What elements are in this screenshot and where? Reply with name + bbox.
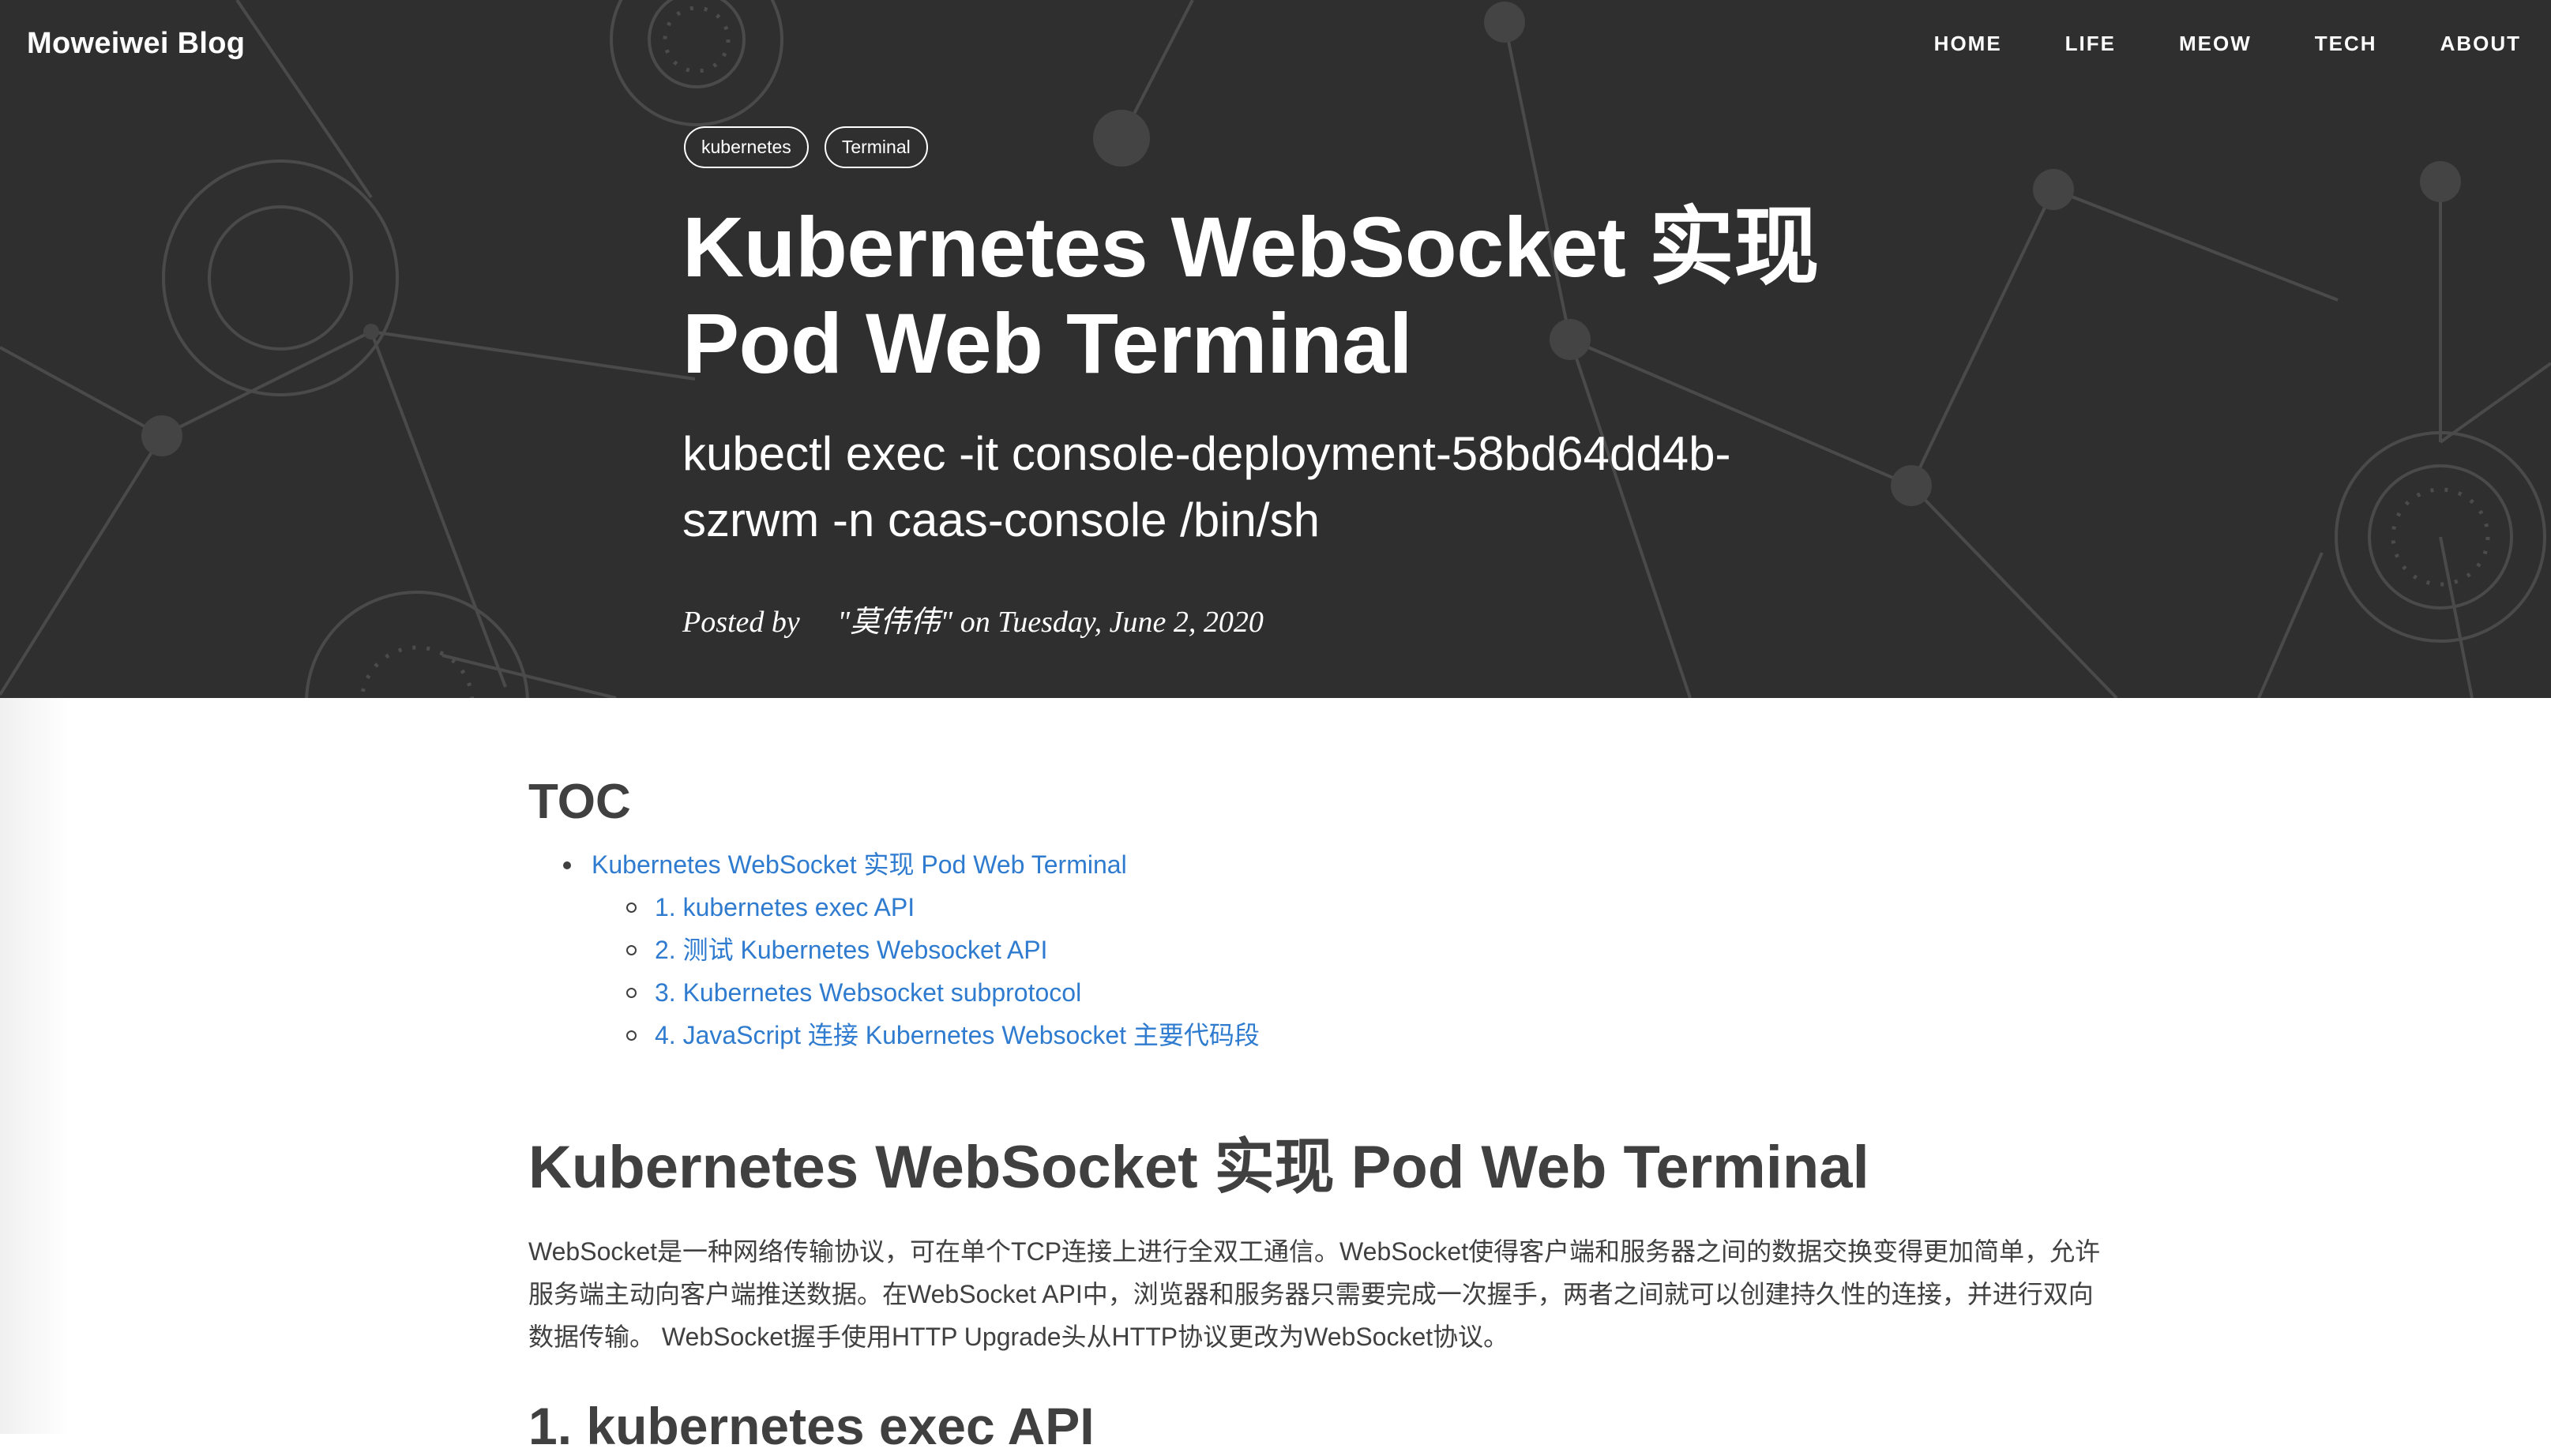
tag-kubernetes[interactable]: kubernetes — [684, 126, 809, 168]
toc-title: TOC — [528, 775, 631, 829]
toc-link-javascript-code[interactable]: 4. JavaScript 连接 Kubernetes Websocket 主要… — [655, 1021, 1260, 1049]
toc-item: 1. kubernetes exec API — [528, 886, 1260, 929]
article-heading: Kubernetes WebSocket 实现 Pod Web Terminal — [528, 1134, 1869, 1201]
toc-item: 2. 测试 Kubernetes Websocket API — [528, 929, 1260, 971]
top-nav: HOME LIFE MEOW TECH ABOUT — [1934, 32, 2521, 56]
post-title: Kubernetes WebSocket 实现 Pod Web Terminal — [682, 199, 1819, 391]
toc-item: 3. Kubernetes Websocket subprotocol — [528, 971, 1260, 1014]
post-subtitle: kubectl exec -it console-deployment-58bd… — [682, 427, 1731, 546]
toc-link-test-websocket-api[interactable]: 2. 测试 Kubernetes Websocket API — [655, 936, 1047, 964]
toc-link-main[interactable]: Kubernetes WebSocket 实现 Pod Web Terminal — [592, 850, 1127, 879]
post-meta: Posted by "莫伟伟" on Tuesday, June 2, 2020 — [682, 606, 1264, 639]
content-side-shadow — [0, 698, 71, 1434]
toc-item: Kubernetes WebSocket 实现 Pod Web Terminal — [528, 843, 1260, 886]
article-subheading: 1. kubernetes exec API — [528, 1397, 1095, 1455]
site-brand-link[interactable]: Moweiwei Blog — [27, 27, 245, 61]
hero-header: Moweiwei Blog HOME LIFE MEOW TECH ABOUT … — [0, 0, 2551, 698]
nav-life[interactable]: LIFE — [2065, 32, 2116, 56]
toc-link-exec-api[interactable]: 1. kubernetes exec API — [655, 893, 915, 921]
article-paragraph: WebSocket是一种网络传输协议，可在单个TCP连接上进行全双工通信。Web… — [528, 1237, 2101, 1351]
toc-list: Kubernetes WebSocket 实现 Pod Web Terminal… — [528, 843, 1260, 1056]
toc-item: 4. JavaScript 连接 Kubernetes Websocket 主要… — [528, 1014, 1260, 1056]
toc-link-subprotocol[interactable]: 3. Kubernetes Websocket subprotocol — [655, 978, 1081, 1007]
nav-meow[interactable]: MEOW — [2179, 32, 2252, 56]
nav-home[interactable]: HOME — [1934, 32, 2002, 56]
post-tags: kubernetes Terminal — [684, 126, 928, 168]
nav-tech[interactable]: TECH — [2315, 32, 2377, 56]
nav-about[interactable]: ABOUT — [2440, 32, 2521, 56]
tag-terminal[interactable]: Terminal — [824, 126, 928, 168]
